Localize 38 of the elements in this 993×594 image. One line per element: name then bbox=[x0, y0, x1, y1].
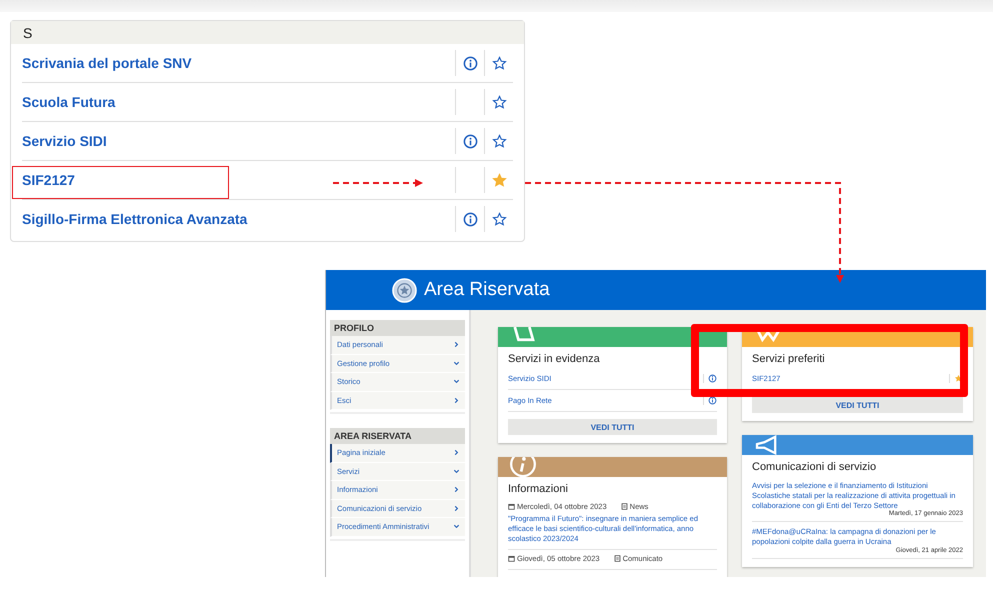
chevron-right-icon bbox=[453, 449, 460, 456]
sidebar-heading: PROFILO bbox=[330, 320, 465, 336]
chevron-right-icon bbox=[453, 504, 460, 512]
service-link[interactable]: Servizio SIDI bbox=[22, 133, 455, 149]
star-outline-icon[interactable] bbox=[492, 56, 506, 70]
letter-heading: S bbox=[11, 21, 524, 44]
service-link[interactable]: Scuola Futura bbox=[22, 94, 455, 110]
chevron-down-icon bbox=[453, 378, 460, 386]
info-icon[interactable] bbox=[462, 212, 478, 226]
chevron-down-icon bbox=[453, 523, 460, 530]
sidebar-heading: AREA RISERVATA bbox=[330, 428, 465, 444]
document-icon bbox=[614, 555, 621, 562]
star-outline-icon[interactable] bbox=[492, 212, 506, 226]
chevron-right-icon bbox=[453, 396, 460, 404]
view-all-button[interactable]: VEDI TUTTI bbox=[508, 419, 717, 435]
service-link[interactable]: SIF2127 bbox=[22, 172, 455, 188]
service-link[interactable]: Sigillo-Firma Elettronica Avanzata bbox=[22, 211, 455, 227]
card-title: Informazioni bbox=[508, 483, 569, 495]
chevron-down-icon bbox=[453, 468, 460, 475]
chevron-down-icon bbox=[453, 360, 460, 367]
card-title: Servizi preferiti bbox=[752, 353, 826, 365]
chevron-right-icon bbox=[453, 486, 460, 494]
view-all-button[interactable]: VEDI TUTTI bbox=[752, 397, 963, 413]
chevron-right-icon bbox=[453, 341, 460, 348]
card-title: Servizi in evidenza bbox=[508, 353, 601, 365]
calendar-icon bbox=[508, 555, 515, 562]
calendar-icon bbox=[508, 503, 515, 510]
info-icon[interactable] bbox=[462, 56, 478, 70]
star-outline-icon[interactable] bbox=[492, 134, 506, 148]
filled-star-icon[interactable] bbox=[949, 374, 963, 383]
card-title: Comunicazioni di servizio bbox=[752, 461, 878, 473]
portal-title: Area Riservata bbox=[424, 279, 550, 301]
emblem-icon bbox=[391, 276, 418, 304]
info-icon[interactable] bbox=[462, 134, 478, 148]
service-link[interactable]: Scrivania del portale SNV bbox=[22, 55, 455, 71]
document-icon bbox=[620, 503, 628, 510]
star-outline-icon[interactable] bbox=[492, 94, 506, 110]
filled-star-icon[interactable] bbox=[492, 172, 506, 188]
